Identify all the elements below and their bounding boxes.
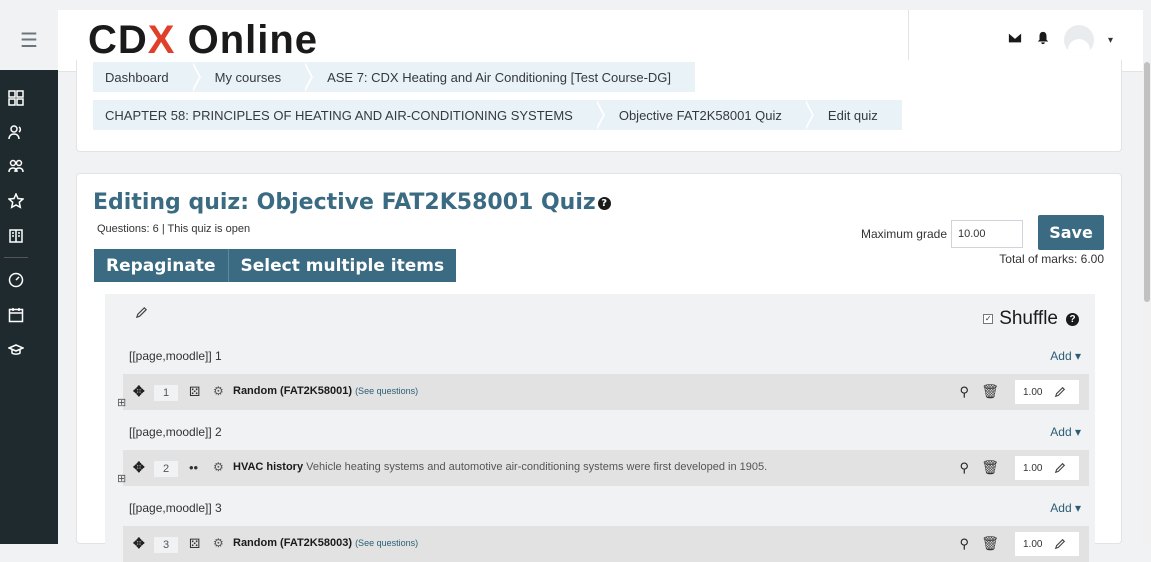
edit-mark-pencil-icon: [1055, 538, 1066, 550]
question-row: ✥ ⊞ 2 •• ⚙ HVAC history Vehicle heating …: [117, 450, 1089, 486]
user-avatar[interactable]: [1063, 25, 1094, 55]
page-heading: [[page,moodle]] 3: [129, 501, 222, 515]
see-questions-link[interactable]: (See questions): [355, 538, 418, 548]
breadcrumb-chapter[interactable]: CHAPTER 58: PRINCIPLES OF HEATING AND AI…: [93, 100, 605, 130]
shuffle-checkbox[interactable]: ✓: [983, 314, 994, 324]
left-sidebar: ☰: [0, 10, 58, 544]
gear-icon[interactable]: ⚙: [213, 384, 224, 398]
quiz-section: ✓ Shuffle ? [[page,moodle]] 1 Add ▾ ✥ ⊞ …: [105, 294, 1095, 562]
add-question-link[interactable]: Add ▾: [1050, 349, 1081, 363]
edit-section-pencil-icon[interactable]: [135, 306, 148, 324]
page-heading: [[page,moodle]] 2: [129, 425, 222, 439]
help-icon[interactable]: ?: [597, 196, 611, 210]
question-title: Random (FAT2K58001): [233, 385, 352, 397]
quiz-status: Questions: 6 | This quiz is open: [97, 223, 251, 235]
question-mark[interactable]: 1.00: [1015, 380, 1079, 404]
question-mark[interactable]: 1.00: [1015, 456, 1079, 480]
shuffle-label: Shuffle: [999, 308, 1058, 329]
random-question-icon: ⚄: [189, 536, 201, 551]
add-question-link[interactable]: Add ▾: [1050, 501, 1081, 515]
question-name[interactable]: Random (FAT2K58001) (See questions): [233, 385, 418, 397]
question-text: Vehicle heating systems and automotive a…: [306, 461, 768, 473]
gear-icon[interactable]: ⚙: [213, 536, 224, 550]
page-title: Editing quiz: Objective FAT2K58001 Quiz?: [93, 190, 611, 215]
gear-icon[interactable]: ⚙: [213, 460, 224, 474]
bell-icon[interactable]: [1036, 31, 1050, 50]
preview-search-icon[interactable]: ⚲: [959, 536, 969, 552]
maximum-grade-label: Maximum grade: [860, 227, 947, 241]
preview-search-icon[interactable]: ⚲: [959, 384, 969, 400]
see-questions-link[interactable]: (See questions): [355, 386, 418, 396]
question-number: 2: [154, 461, 178, 477]
preview-search-icon[interactable]: ⚲: [959, 460, 969, 476]
breadcrumb-dashboard[interactable]: Dashboard: [93, 62, 201, 92]
edit-quiz-card: Editing quiz: Objective FAT2K58001 Quiz?…: [76, 173, 1122, 562]
question-name[interactable]: HVAC history Vehicle heating systems and…: [233, 461, 767, 473]
page-break-icon[interactable]: ⊞: [117, 396, 126, 409]
page-heading: [[page,moodle]] 1: [129, 349, 222, 363]
question-number: 3: [154, 537, 178, 553]
move-icon[interactable]: ✥: [133, 459, 145, 476]
logo-online-text: Online: [187, 18, 319, 62]
question-mark-value: 1.00: [1023, 538, 1043, 550]
book-icon[interactable]: [0, 228, 32, 244]
question-mark-value: 1.00: [1023, 462, 1043, 474]
question-name[interactable]: Random (FAT2K58003) (See questions): [233, 537, 418, 549]
breadcrumb-my-courses[interactable]: My courses: [193, 62, 314, 92]
question-row: ✥ 3 ⚄ ⚙ Random (FAT2K58003) (See questio…: [123, 526, 1089, 562]
page-break-icon[interactable]: ⊞: [117, 472, 126, 485]
logo-cdx-text: CDX: [88, 18, 176, 62]
random-question-icon: ⚄: [189, 384, 201, 399]
save-button[interactable]: Save: [1038, 215, 1104, 250]
breadcrumb-edit-quiz[interactable]: Edit quiz: [806, 100, 902, 130]
cdx-online-logo[interactable]: CDX Online: [88, 18, 318, 63]
speedometer-icon[interactable]: [0, 272, 32, 288]
calendar-icon[interactable]: [0, 307, 32, 323]
total-marks: Total of marks: 6.00: [999, 252, 1104, 266]
question-number: 1: [154, 385, 178, 401]
edit-mark-pencil-icon: [1055, 462, 1066, 474]
navbar-user-actions: ▾: [1008, 25, 1113, 55]
question-title: Random (FAT2K58003): [233, 537, 352, 549]
trash-icon[interactable]: 🗑: [981, 459, 999, 476]
select-multiple-button[interactable]: Select multiple items: [228, 249, 457, 282]
trash-icon[interactable]: 🗑: [981, 383, 999, 400]
scrollbar-thumb[interactable]: [1144, 62, 1150, 302]
page-title-text: Editing quiz: Objective FAT2K58001 Quiz: [93, 190, 596, 215]
sidebar-divider: [4, 257, 28, 258]
breadcrumb: CHAPTER 58: PRINCIPLES OF HEATING AND AI…: [93, 100, 902, 130]
dashboard-grid-icon[interactable]: [0, 90, 32, 106]
add-question-link[interactable]: Add ▾: [1050, 425, 1081, 439]
envelope-icon[interactable]: [1008, 31, 1022, 50]
graduation-cap-icon[interactable]: [0, 342, 32, 358]
edit-mark-pencil-icon: [1055, 386, 1066, 398]
help-icon[interactable]: ?: [1066, 312, 1079, 326]
quiz-action-buttons: Repaginate Select multiple items: [94, 249, 457, 282]
hamburger-icon[interactable]: ☰: [0, 10, 58, 70]
user-group-icon[interactable]: [0, 124, 32, 140]
question-mark[interactable]: 1.00: [1015, 532, 1079, 556]
users-icon[interactable]: [0, 158, 32, 174]
star-icon[interactable]: [0, 193, 32, 209]
repaginate-button[interactable]: Repaginate: [94, 249, 229, 282]
move-icon[interactable]: ✥: [133, 383, 145, 400]
breadcrumb-quiz[interactable]: Objective FAT2K58001 Quiz: [597, 100, 815, 130]
maximum-grade-group: Maximum grade 10.00: [861, 220, 1023, 248]
maximum-grade-input[interactable]: 10.00: [951, 220, 1023, 248]
breadcrumb: Dashboard My courses ASE 7: CDX Heating …: [93, 62, 696, 92]
user-menu-caret-icon[interactable]: ▾: [1108, 35, 1113, 46]
question-title: HVAC history: [233, 461, 304, 473]
question-row: ✥ ⊞ 1 ⚄ ⚙ Random (FAT2K58001) (See quest…: [117, 374, 1089, 410]
question-mark-value: 1.00: [1023, 386, 1043, 398]
true-false-question-icon: ••: [189, 460, 199, 475]
breadcrumb-card: Dashboard My courses ASE 7: CDX Heating …: [76, 60, 1122, 152]
breadcrumb-course[interactable]: ASE 7: CDX Heating and Air Conditioning …: [305, 62, 695, 92]
shuffle-control: ✓ Shuffle ?: [983, 308, 1079, 330]
